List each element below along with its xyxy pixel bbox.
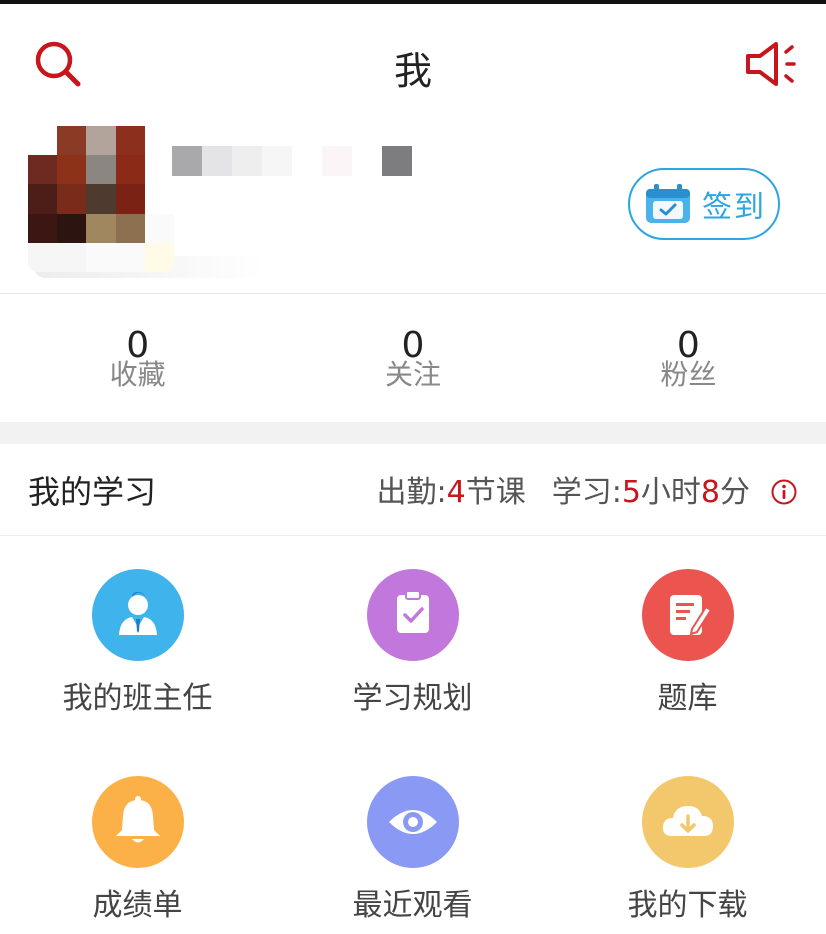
tile-transcript[interactable]: 成绩单: [0, 744, 275, 934]
feature-grid: 我的班主任 学习规划 题库 成绩单 最近观看 我的下载: [0, 537, 826, 934]
tile-label: 学习规划: [352, 681, 473, 716]
avatar[interactable]: [28, 126, 174, 272]
teacher-icon: [91, 569, 184, 661]
study-summary: 我的学习 出勤:4节课 学习:5小时8分: [0, 444, 826, 536]
calendar-check-icon: [646, 184, 690, 223]
username-redacted: [172, 146, 412, 176]
edit-document-icon: [641, 569, 734, 661]
study-section-title: 我的学习: [28, 473, 157, 511]
stats-row: 0 收藏 0 关注 0 粉丝: [0, 294, 826, 422]
checkin-button[interactable]: 签到: [628, 168, 780, 240]
cloud-download-icon: [641, 776, 734, 868]
top-bar: 我: [0, 4, 826, 116]
tile-label: 我的下载: [627, 888, 748, 923]
checkin-label: 签到: [702, 190, 766, 225]
attendance-unit: 节课: [465, 475, 526, 510]
tile-label: 题库: [657, 681, 718, 716]
attendance-prefix: 出勤:: [376, 475, 447, 510]
stat-following[interactable]: 0 关注: [275, 294, 550, 422]
minutes-unit: 分: [720, 475, 750, 510]
minutes-value: 8: [700, 475, 720, 510]
hours-value: 5: [621, 475, 641, 510]
stat-label: 收藏: [109, 358, 166, 391]
stat-favorites[interactable]: 0 收藏: [0, 294, 275, 422]
info-icon[interactable]: [770, 478, 798, 506]
stat-fans[interactable]: 0 粉丝: [551, 294, 826, 422]
section-separator: [0, 422, 826, 444]
eye-icon: [366, 776, 459, 868]
clipboard-check-icon: [366, 569, 459, 661]
megaphone-icon[interactable]: [742, 38, 800, 90]
bell-icon: [91, 776, 184, 868]
attendance-value: 4: [446, 475, 466, 510]
tile-label: 最近观看: [352, 888, 473, 923]
stat-label: 关注: [384, 358, 441, 391]
tile-my-downloads[interactable]: 我的下载: [550, 744, 825, 934]
hours-unit: 小时: [640, 475, 701, 510]
stat-label: 粉丝: [660, 358, 717, 391]
study-stats: 出勤:4节课 学习:5小时8分: [377, 474, 751, 512]
tile-label: 成绩单: [92, 888, 183, 923]
page-title: 我: [393, 49, 432, 93]
study-time-prefix: 学习:: [551, 475, 622, 510]
tile-head-teacher[interactable]: 我的班主任: [0, 537, 275, 737]
profile-section: 签到: [0, 116, 826, 294]
tile-label: 我的班主任: [62, 681, 213, 716]
tile-recently-watched[interactable]: 最近观看: [275, 744, 550, 934]
tile-study-plan[interactable]: 学习规划: [275, 537, 550, 737]
tile-question-bank[interactable]: 题库: [550, 537, 825, 737]
